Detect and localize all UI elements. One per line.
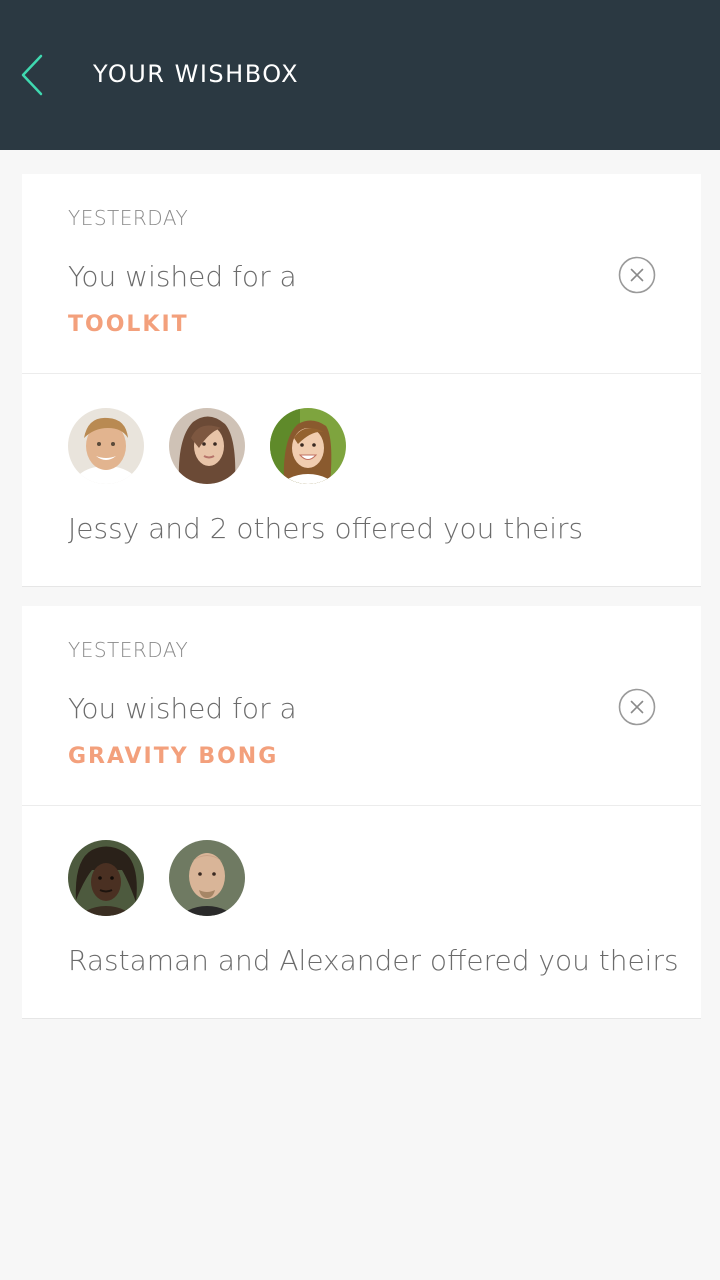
avatar[interactable] [270,408,346,484]
avatar-young-man [68,408,144,484]
wish-text: You wished for a [68,260,297,293]
page-title: YOUR WISHBOX [93,60,300,88]
wish-date: YESTERDAY [68,206,189,230]
remove-wish-button[interactable] [618,688,656,726]
wish-item-name[interactable]: GRAVITY BONG [68,744,278,769]
wish-summary: YESTERDAY You wished for a GRAVITY BONG [22,606,701,806]
avatar[interactable] [68,408,144,484]
avatar-dreadlocks-man [68,840,144,916]
offer-summary[interactable]: Rastaman and Alexander offered you their… [68,944,679,977]
avatar-long-hair-woman [169,408,245,484]
remove-wish-button[interactable] [618,256,656,294]
avatar-bald-man [169,840,245,916]
avatar[interactable] [68,840,144,916]
avatar-smiling-woman [270,408,346,484]
wish-date: YESTERDAY [68,638,189,662]
avatar[interactable] [169,408,245,484]
wish-card: YESTERDAY You wished for a TOOLKIT Jessy… [22,174,701,587]
wish-item-name[interactable]: TOOLKIT [68,312,189,337]
avatar[interactable] [169,840,245,916]
close-circle-icon [618,256,656,294]
wish-summary: YESTERDAY You wished for a TOOLKIT [22,174,701,374]
back-button[interactable] [14,50,54,100]
offer-summary[interactable]: Jessy and 2 others offered you theirs [68,512,583,545]
offers-section: Jessy and 2 others offered you theirs [22,374,701,586]
chevron-left-icon [21,54,43,96]
app-header: YOUR WISHBOX [0,0,720,150]
wish-text: You wished for a [68,692,297,725]
offers-section: Rastaman and Alexander offered you their… [22,806,701,1018]
wish-card: YESTERDAY You wished for a GRAVITY BONG [22,606,701,1019]
close-circle-icon [618,688,656,726]
